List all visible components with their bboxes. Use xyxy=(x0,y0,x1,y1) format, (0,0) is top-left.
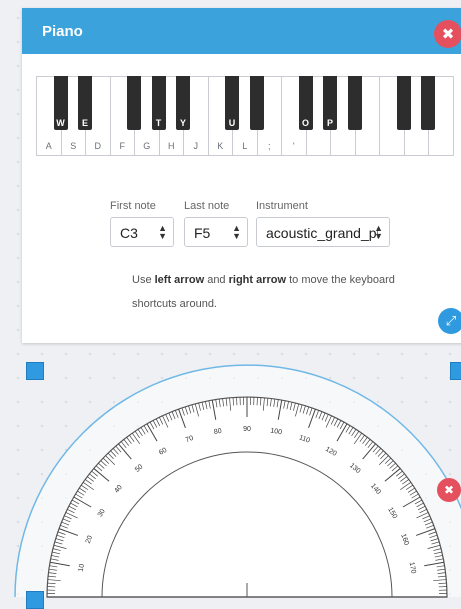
key-shortcut-label: J xyxy=(193,141,199,151)
protractor-tick-label: 80 xyxy=(213,428,222,436)
protractor-close-button[interactable]: ✖ xyxy=(437,478,461,502)
protractor-tick-label: 90 xyxy=(243,426,251,433)
last-note-value: F5 xyxy=(194,225,211,241)
key-shortcut-label: P xyxy=(326,118,333,128)
key-shortcut-label: O xyxy=(301,118,309,128)
key-shortcut-label: L xyxy=(242,141,248,151)
first-note-select[interactable]: C3 ▲ ▼ xyxy=(110,217,174,247)
first-note-label: First note xyxy=(110,200,156,212)
key-shortcut-label: ; xyxy=(267,141,271,151)
instrument-value: acoustic_grand_piano xyxy=(266,225,378,241)
last-note-label: Last note xyxy=(184,200,230,212)
piano-black-key[interactable] xyxy=(421,76,435,130)
expand-icon: ⤢ xyxy=(445,313,457,328)
updown-icon: ▲ ▼ xyxy=(374,223,383,241)
piano-black-key[interactable] xyxy=(127,76,141,130)
resize-handle-top-right[interactable] xyxy=(450,362,461,380)
key-shortcut-label: H xyxy=(168,141,175,151)
key-shortcut-label: A xyxy=(45,141,52,151)
piano-black-key[interactable] xyxy=(347,76,362,130)
piano-panel: Piano ✖ A S D F G H J K L; ' W E T Y U O P First note C3… xyxy=(22,8,461,343)
key-shortcut-label: D xyxy=(94,141,102,151)
keyboard-hint: Use left arrow and right arrow to move t… xyxy=(132,268,432,316)
piano-black-key[interactable]: O xyxy=(298,76,313,130)
close-button[interactable]: ✖ xyxy=(434,20,461,48)
key-shortcut-label: E xyxy=(81,118,88,128)
hint-left-arrow: left arrow xyxy=(154,274,205,286)
key-shortcut-label: K xyxy=(217,141,224,151)
first-note-value: C3 xyxy=(120,225,138,241)
piano-black-key[interactable]: W xyxy=(53,76,68,130)
piano-black-key[interactable]: U xyxy=(225,76,239,130)
piano-black-key[interactable] xyxy=(396,76,411,130)
resize-handle-top-left[interactable] xyxy=(26,362,44,380)
key-shortcut-label: S xyxy=(70,141,77,151)
key-shortcut-label: T xyxy=(155,118,162,128)
key-shortcut-label: F xyxy=(119,141,126,151)
expand-button[interactable]: ⤢ xyxy=(438,308,461,334)
resize-handle-bottom-left[interactable] xyxy=(26,591,44,609)
protractor-tick-label: 10 xyxy=(78,563,86,572)
key-shortcut-label: W xyxy=(56,118,65,128)
piano-black-key[interactable]: P xyxy=(323,76,337,130)
piano-black-key[interactable]: Y xyxy=(176,76,190,130)
panel-header: Piano ✖ xyxy=(22,8,461,54)
key-shortcut-label: U xyxy=(228,118,236,128)
piano-black-key[interactable]: E xyxy=(78,76,92,130)
last-note-group: Last note F5 ▲ ▼ xyxy=(184,200,248,247)
key-shortcut-label: ' xyxy=(292,141,295,151)
instrument-group: Instrument acoustic_grand_piano ▲▼ xyxy=(256,200,390,247)
panel-title: Piano xyxy=(42,23,83,40)
key-shortcut-label: G xyxy=(143,141,151,151)
first-note-group: First note C3 ▲ ▼ xyxy=(110,200,174,247)
updown-icon: ▲ ▼ xyxy=(232,223,241,241)
close-icon: ✖ xyxy=(443,483,455,497)
last-note-select[interactable]: F5 ▲ ▼ xyxy=(184,217,248,247)
hint-text: and xyxy=(204,274,229,286)
instrument-select[interactable]: acoustic_grand_piano ▲▼ xyxy=(256,217,390,247)
key-shortcut-label: Y xyxy=(179,118,186,128)
instrument-label: Instrument xyxy=(256,200,308,212)
hint-text: Use xyxy=(132,274,155,286)
close-icon: ✖ xyxy=(441,26,455,43)
protractor[interactable]: 1020304050607080 90 1001101201301401501601… xyxy=(0,352,461,609)
piano-black-key[interactable] xyxy=(249,76,264,130)
piano-keyboard: A S D F G H J K L; ' W E T Y U O P xyxy=(36,76,461,156)
hint-right-arrow: right arrow xyxy=(228,274,287,286)
updown-icon: ▲ ▼ xyxy=(158,223,167,241)
piano-black-key[interactable]: T xyxy=(151,76,166,130)
